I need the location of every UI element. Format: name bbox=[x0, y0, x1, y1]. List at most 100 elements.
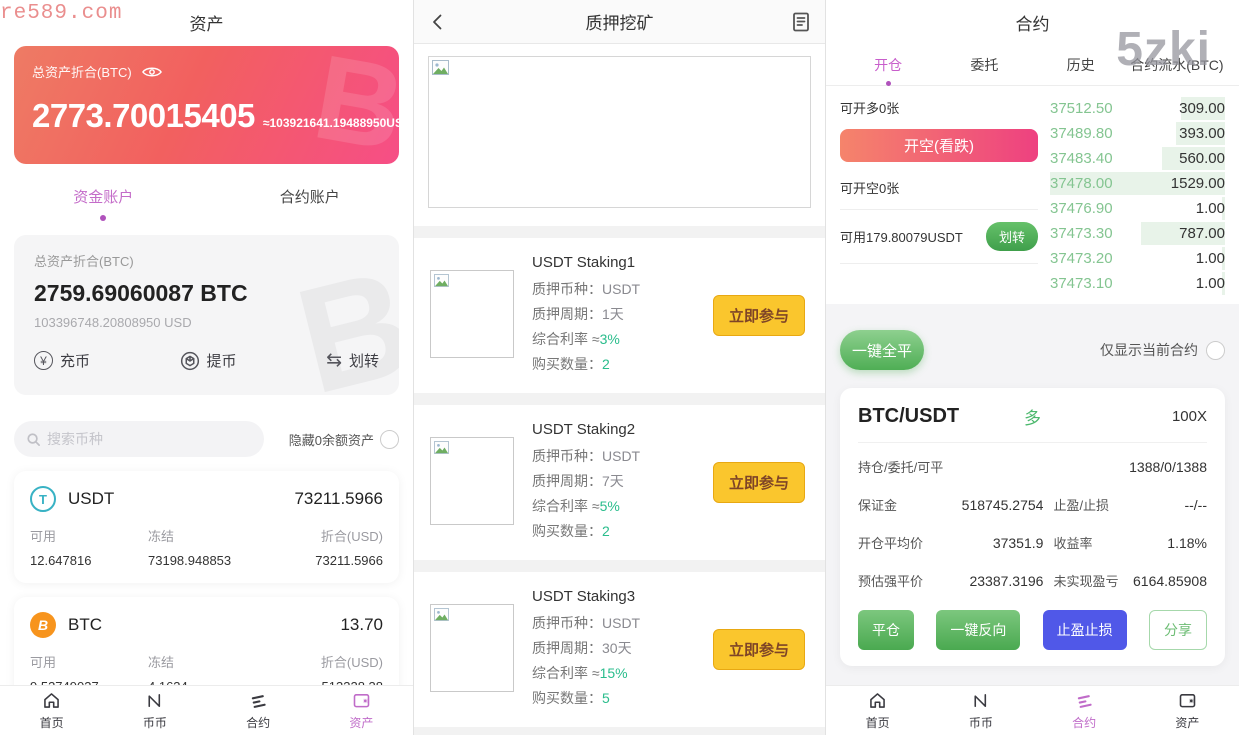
banner-image-placeholder bbox=[428, 56, 811, 208]
tabbar-spot[interactable]: 币币 bbox=[103, 686, 206, 735]
total-assets-label: 总资产折合(BTC) bbox=[32, 62, 132, 81]
search-input[interactable] bbox=[47, 431, 227, 447]
orderbook-row[interactable]: 37512.50309.00 bbox=[1050, 96, 1225, 121]
avg-open-price-label: 开仓平均价 bbox=[858, 533, 923, 552]
orderbook-row[interactable]: 37473.201.00 bbox=[1050, 246, 1225, 271]
contract-panel: 5zki 合约 开仓 委托 历史 合约流水(BTC) 可开多0张 开空(看跌) … bbox=[826, 0, 1239, 735]
period-label: 质押周期： bbox=[532, 306, 602, 322]
transfer-button[interactable]: ⇆ 划转 bbox=[326, 350, 379, 371]
tabbar-contract[interactable]: 合约 bbox=[1033, 686, 1136, 735]
orderbook-row[interactable]: 37483.40560.00 bbox=[1050, 146, 1225, 171]
period-value: 30天 bbox=[602, 640, 632, 656]
available-balance-label: 可用179.80079USDT bbox=[840, 227, 963, 246]
orderbook-row[interactable]: 37478.001529.00 bbox=[1050, 171, 1225, 196]
period-value: 1天 bbox=[602, 306, 624, 322]
yield-value: 1.18% bbox=[1167, 535, 1207, 551]
tab-contract-account[interactable]: 合约账户 bbox=[207, 186, 414, 221]
cube-icon bbox=[180, 351, 200, 371]
active-tab-dot bbox=[886, 81, 891, 86]
frozen-value: 73198.948853 bbox=[148, 553, 315, 568]
withdraw-button[interactable]: 提币 bbox=[180, 350, 237, 371]
qty-label: 购买数量： bbox=[532, 523, 602, 539]
orderbook-row[interactable]: 37489.80393.00 bbox=[1050, 121, 1225, 146]
join-now-button[interactable]: 立即参与 bbox=[713, 629, 805, 670]
converted-label: 折合(USD) bbox=[321, 652, 383, 671]
staking-title: USDT Staking1 bbox=[532, 254, 713, 271]
funds-label: 总资产折合(BTC) bbox=[34, 251, 379, 270]
banner-section bbox=[414, 44, 825, 226]
assets-panel: re589.com 资产 B 总资产折合(BTC) 2773.70015405 … bbox=[0, 0, 413, 735]
spot-trade-icon bbox=[970, 690, 991, 711]
page-title: 资产 bbox=[190, 10, 224, 35]
tabbar-assets[interactable]: 资产 bbox=[1136, 686, 1239, 735]
converted-value: 73211.5966 bbox=[315, 553, 383, 568]
converted-label: 折合(USD) bbox=[315, 526, 383, 545]
coin-value: USDT bbox=[602, 281, 640, 297]
yen-circle-icon: ¥ bbox=[34, 351, 53, 370]
close-position-button[interactable]: 平仓 bbox=[858, 610, 914, 650]
transfer-button[interactable]: 划转 bbox=[986, 222, 1038, 251]
tabbar-spot[interactable]: 币币 bbox=[929, 686, 1032, 735]
frozen-label: 冻结 bbox=[148, 526, 315, 545]
rate-value: 15% bbox=[600, 665, 628, 681]
frozen-label: 冻结 bbox=[148, 652, 321, 671]
yield-label: 收益率 bbox=[1053, 533, 1092, 552]
join-now-button[interactable]: 立即参与 bbox=[713, 295, 805, 336]
tab-open-position[interactable]: 开仓 bbox=[840, 55, 936, 75]
deposit-button[interactable]: ¥ 充币 bbox=[34, 350, 90, 371]
staking-item-2: USDT Staking2 质押币种：USDT 质押周期：7天 综合利率 ≈5%… bbox=[414, 405, 825, 560]
qty-value: 2 bbox=[602, 523, 610, 539]
position-leverage: 100X bbox=[1091, 408, 1207, 425]
bottom-tabbar: 首页 币币 合约 资产 bbox=[826, 685, 1239, 735]
staking-thumb-placeholder bbox=[430, 437, 514, 525]
rate-value: 3% bbox=[600, 331, 620, 347]
orderbook-row[interactable]: 37473.30787.00 bbox=[1050, 221, 1225, 246]
tab-funds-account[interactable]: 资金账户 bbox=[0, 186, 207, 221]
position-pair: BTC/USDT bbox=[858, 405, 974, 428]
contract-icon bbox=[248, 690, 269, 711]
close-all-button[interactable]: 一键全平 bbox=[840, 330, 924, 370]
liq-price-value: 23387.3196 bbox=[969, 573, 1043, 589]
usdt-coin-icon: T bbox=[30, 486, 56, 512]
share-button[interactable]: 分享 bbox=[1149, 610, 1207, 650]
search-pill bbox=[14, 421, 264, 457]
reverse-position-button[interactable]: 一键反向 bbox=[936, 610, 1020, 650]
staking-header: 质押挖矿 bbox=[414, 0, 825, 44]
broken-image-icon bbox=[434, 608, 449, 621]
bottom-tabbar: 首页 币币 合约 资产 bbox=[0, 685, 413, 735]
tabbar-home[interactable]: 首页 bbox=[826, 686, 929, 735]
staking-panel: 质押挖矿 USDT Staking1 bbox=[413, 0, 826, 735]
total-assets-usd: ≈103921641.19488950USD bbox=[263, 116, 399, 130]
orders-list-icon[interactable] bbox=[791, 11, 811, 33]
back-icon[interactable] bbox=[428, 12, 448, 32]
rate-label: 综合利率 ≈ bbox=[532, 331, 600, 347]
coin-label: 质押币种： bbox=[532, 615, 602, 631]
tab-contract-flow[interactable]: 合约流水(BTC) bbox=[1129, 55, 1225, 75]
tabbar-assets[interactable]: 资产 bbox=[310, 686, 413, 735]
btc-coin-icon: B bbox=[30, 612, 56, 638]
tab-orders[interactable]: 委托 bbox=[936, 55, 1032, 75]
eye-icon[interactable] bbox=[142, 65, 162, 79]
orderbook-row[interactable]: 37473.101.00 bbox=[1050, 271, 1225, 296]
page-title: 合约 bbox=[1016, 10, 1050, 35]
staking-item-1: USDT Staking1 质押币种：USDT 质押周期：1天 综合利率 ≈3%… bbox=[414, 238, 825, 393]
only-current-toggle[interactable] bbox=[1206, 341, 1225, 360]
divider bbox=[840, 263, 1038, 264]
asset-row-usdt[interactable]: T USDT 73211.5966 可用 12.647816 冻结 73198.… bbox=[14, 471, 399, 583]
funds-btc-value: 2759.69060087 BTC bbox=[34, 280, 379, 307]
staking-title: USDT Staking2 bbox=[532, 421, 713, 438]
orderbook: 37512.50309.00 37489.80393.00 37483.4056… bbox=[1050, 94, 1225, 296]
positions-section: 一键全平 仅显示当前合约 BTC/USDT 多 100X 持仓/委托/可平 13… bbox=[826, 304, 1239, 726]
open-short-button[interactable]: 开空(看跌) bbox=[840, 129, 1038, 162]
tabbar-contract[interactable]: 合约 bbox=[207, 686, 310, 735]
period-label: 质押周期： bbox=[532, 640, 602, 656]
period-label: 质押周期： bbox=[532, 473, 602, 489]
hide-zero-toggle[interactable] bbox=[380, 430, 399, 449]
rate-label: 综合利率 ≈ bbox=[532, 498, 600, 514]
tabbar-home[interactable]: 首页 bbox=[0, 686, 103, 735]
orderbook-row[interactable]: 37476.901.00 bbox=[1050, 196, 1225, 221]
period-value: 7天 bbox=[602, 473, 624, 489]
tab-history[interactable]: 历史 bbox=[1033, 55, 1129, 75]
join-now-button[interactable]: 立即参与 bbox=[713, 462, 805, 503]
tpsl-button[interactable]: 止盈止损 bbox=[1043, 610, 1127, 650]
